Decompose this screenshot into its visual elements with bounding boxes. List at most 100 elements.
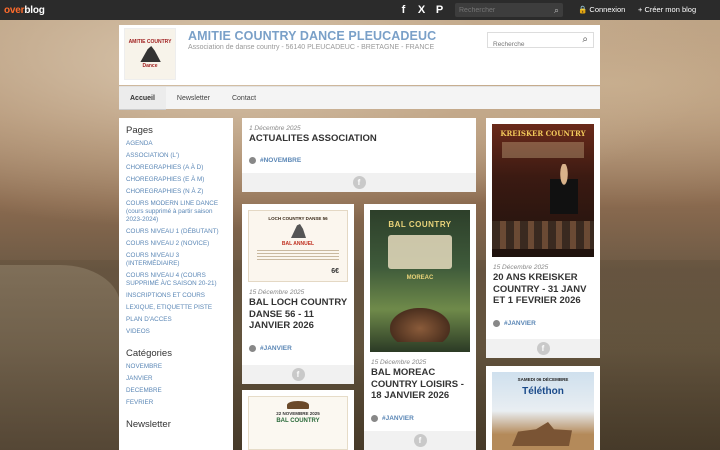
facebook-share-icon[interactable]: f (536, 342, 550, 355)
category-label: #NOVEMBRE (260, 157, 302, 164)
post-category[interactable]: #JANVIER (493, 320, 536, 327)
post-thumbnail[interactable]: BAL COUNTRY MOREAC (370, 210, 470, 352)
sidebar-page-link[interactable]: CHOREGRAPHIES (E à M) (126, 176, 226, 184)
background-hill (0, 265, 120, 450)
sidebar-page-link[interactable]: CHOREGRAPHIES (A à D) (126, 164, 226, 172)
post-title[interactable]: BAL MOREAC COUNTRY LOISIRS - 18 JANVIER … (371, 367, 473, 402)
post-card[interactable]: 22 NOVEMBRE 2025 BAL COUNTRY (242, 390, 354, 450)
sidebar-page-link[interactable]: ASSOCIATION (L') (126, 152, 226, 160)
sidebar-page-link[interactable]: COURS NIVEAU 2 (novice) (126, 240, 226, 248)
post-card[interactable]: SAMEDI 06 DÉCEMBRE Téléthon (486, 366, 600, 450)
blog-search-input[interactable] (488, 37, 573, 52)
post-card[interactable]: 1 Décembre 2025 ACTUALITES ASSOCIATION #… (242, 118, 476, 192)
post-thumbnail[interactable]: SAMEDI 06 DÉCEMBRE Téléthon (492, 372, 594, 450)
sidebar-page-link[interactable]: LEXIQUE, ETIQUETTE PISTE (126, 304, 226, 312)
post-thumbnail[interactable]: KREISKER COUNTRY (492, 124, 594, 257)
sidebar-page-link[interactable]: PLAN D'ACCES (126, 316, 226, 324)
post-footer: f (242, 365, 354, 384)
top-search-input[interactable] (455, 3, 545, 17)
post-category[interactable]: #NOVEMBRE (249, 157, 301, 164)
pages-heading: Pages (126, 125, 153, 136)
logo-blog-text: blog (24, 4, 45, 16)
categories-heading: Catégories (126, 348, 172, 359)
poster-info-box (388, 235, 452, 269)
sidebar-page-link[interactable]: CHOREGRAPHIES (N à Z) (126, 188, 226, 196)
poster-title: KREISKER COUNTRY (500, 129, 586, 138)
poster-subtitle: MOREAC (406, 275, 434, 281)
post-title[interactable]: ACTUALITES ASSOCIATION (249, 133, 469, 145)
facebook-share-icon[interactable]: f (352, 176, 366, 189)
poster-price: 6€ (331, 268, 339, 275)
sidebar-category-link[interactable]: DECEMBRE (126, 387, 226, 395)
nav-newsletter[interactable]: Newsletter (166, 87, 221, 110)
login-link[interactable]: 🔒 Connexion (578, 5, 625, 14)
poster-title: BAL COUNTRY (276, 418, 320, 424)
sidebar-page-link[interactable]: COURS NIVEAU 3 (intermédiaire) (126, 252, 226, 268)
poster-title: Téléthon (522, 386, 564, 397)
sidebar-page-link[interactable]: AGENDA (126, 140, 226, 148)
post-footer: f (242, 173, 476, 192)
post-date: 15 Décembre 2025 (371, 359, 427, 366)
facebook-share-icon[interactable]: f (291, 368, 305, 381)
post-date: 1 Décembre 2025 (249, 125, 301, 132)
sidebar-page-link[interactable]: INSCRIPTIONS et COURS (126, 292, 226, 300)
sidebar-page-link[interactable]: VIDEOS (126, 328, 226, 336)
blog-header: AMITIE COUNTRY Dance AMITIE COUNTRY DANC… (119, 25, 600, 85)
category-label: #JANVIER (382, 415, 414, 422)
post-date: 15 Décembre 2025 (493, 264, 549, 271)
poster-singer-figure (550, 164, 578, 214)
poster-horse-figure (512, 422, 572, 446)
poster-date: 22 NOVEMBRE 2025 (276, 411, 320, 416)
nav-contact[interactable]: Contact (221, 87, 267, 110)
sidebar-page-link[interactable]: COURS MODERN LINE DANCE (cours supprimé … (126, 200, 226, 224)
tag-icon (249, 157, 256, 164)
poster-title: BAL COUNTRY (388, 220, 452, 229)
post-thumbnail[interactable]: LOCH COUNTRY DANSE 56 BAL ANNUEL 6€ (248, 210, 348, 282)
dancer-figure (140, 46, 161, 62)
tag-icon (371, 415, 378, 422)
tag-icon (493, 320, 500, 327)
post-footer: f (486, 339, 600, 358)
sidebar-category-link[interactable]: NOVEMBRE (126, 363, 226, 371)
poster-dancer-figure (291, 224, 306, 238)
post-title[interactable]: 20 ANS KREISKER COUNTRY - 31 JANV ET 1 F… (493, 272, 597, 307)
sidebar-page-link[interactable]: COURS NIVEAU 1 (débutant) (126, 228, 226, 236)
blog-logo[interactable]: AMITIE COUNTRY Dance (124, 28, 176, 80)
poster-crowd (492, 221, 594, 249)
pinterest-icon[interactable]: P (434, 3, 445, 16)
post-card[interactable]: BAL COUNTRY MOREAC 15 Décembre 2025 BAL … (364, 204, 476, 450)
x-icon[interactable]: X (416, 3, 427, 16)
post-title[interactable]: BAL LOCH COUNTRY DANSE 56 - 11 JANVIER 2… (249, 297, 351, 332)
blog-search-box: ⌕ (487, 32, 594, 52)
search-icon[interactable]: ⌕ (554, 5, 559, 16)
blog-title[interactable]: AMITIE COUNTRY DANCE PLEUCADEUC (188, 29, 436, 43)
sidebar-category-link[interactable]: JANVIER (126, 375, 226, 383)
nav-accueil[interactable]: Accueil (119, 87, 166, 110)
facebook-icon[interactable]: f (398, 3, 409, 16)
post-card[interactable]: LOCH COUNTRY DANSE 56 BAL ANNUEL 6€ 15 D… (242, 204, 354, 384)
create-blog-link[interactable]: + Créer mon blog (638, 5, 696, 14)
poster-text-block (257, 250, 339, 262)
post-category[interactable]: #JANVIER (371, 415, 414, 422)
social-links: f X P (398, 3, 445, 16)
sidebar-category-link[interactable]: FEVRIER (126, 399, 226, 407)
newsletter-heading: Newsletter (126, 419, 171, 430)
logo-line1: AMITIE COUNTRY (128, 39, 172, 45)
poster-hat-icon (287, 401, 309, 409)
facebook-share-icon[interactable]: f (413, 434, 427, 447)
sidebar: Pages AGENDA ASSOCIATION (L') CHOREGRAPH… (119, 118, 233, 450)
poster-date: SAMEDI 06 DÉCEMBRE (517, 377, 569, 382)
top-search-box: ⌕ (455, 3, 563, 17)
sidebar-page-link[interactable]: COURS NIVEAU 4 (cours supprimé à/c saiso… (126, 272, 226, 288)
post-card[interactable]: KREISKER COUNTRY 15 Décembre 2025 20 ANS… (486, 118, 600, 358)
overblog-logo[interactable]: overblog (4, 5, 45, 16)
post-footer: f (364, 431, 476, 450)
post-thumbnail[interactable]: 22 NOVEMBRE 2025 BAL COUNTRY (248, 396, 348, 450)
poster-info-band (502, 142, 584, 158)
post-category[interactable]: #JANVIER (249, 345, 292, 352)
blog-subtitle: Association de danse country - 56140 PLE… (188, 44, 435, 51)
logo-line2: Dance (142, 63, 158, 69)
tag-icon (249, 345, 256, 352)
poster-boot-image (390, 308, 450, 342)
search-icon[interactable]: ⌕ (582, 34, 588, 45)
